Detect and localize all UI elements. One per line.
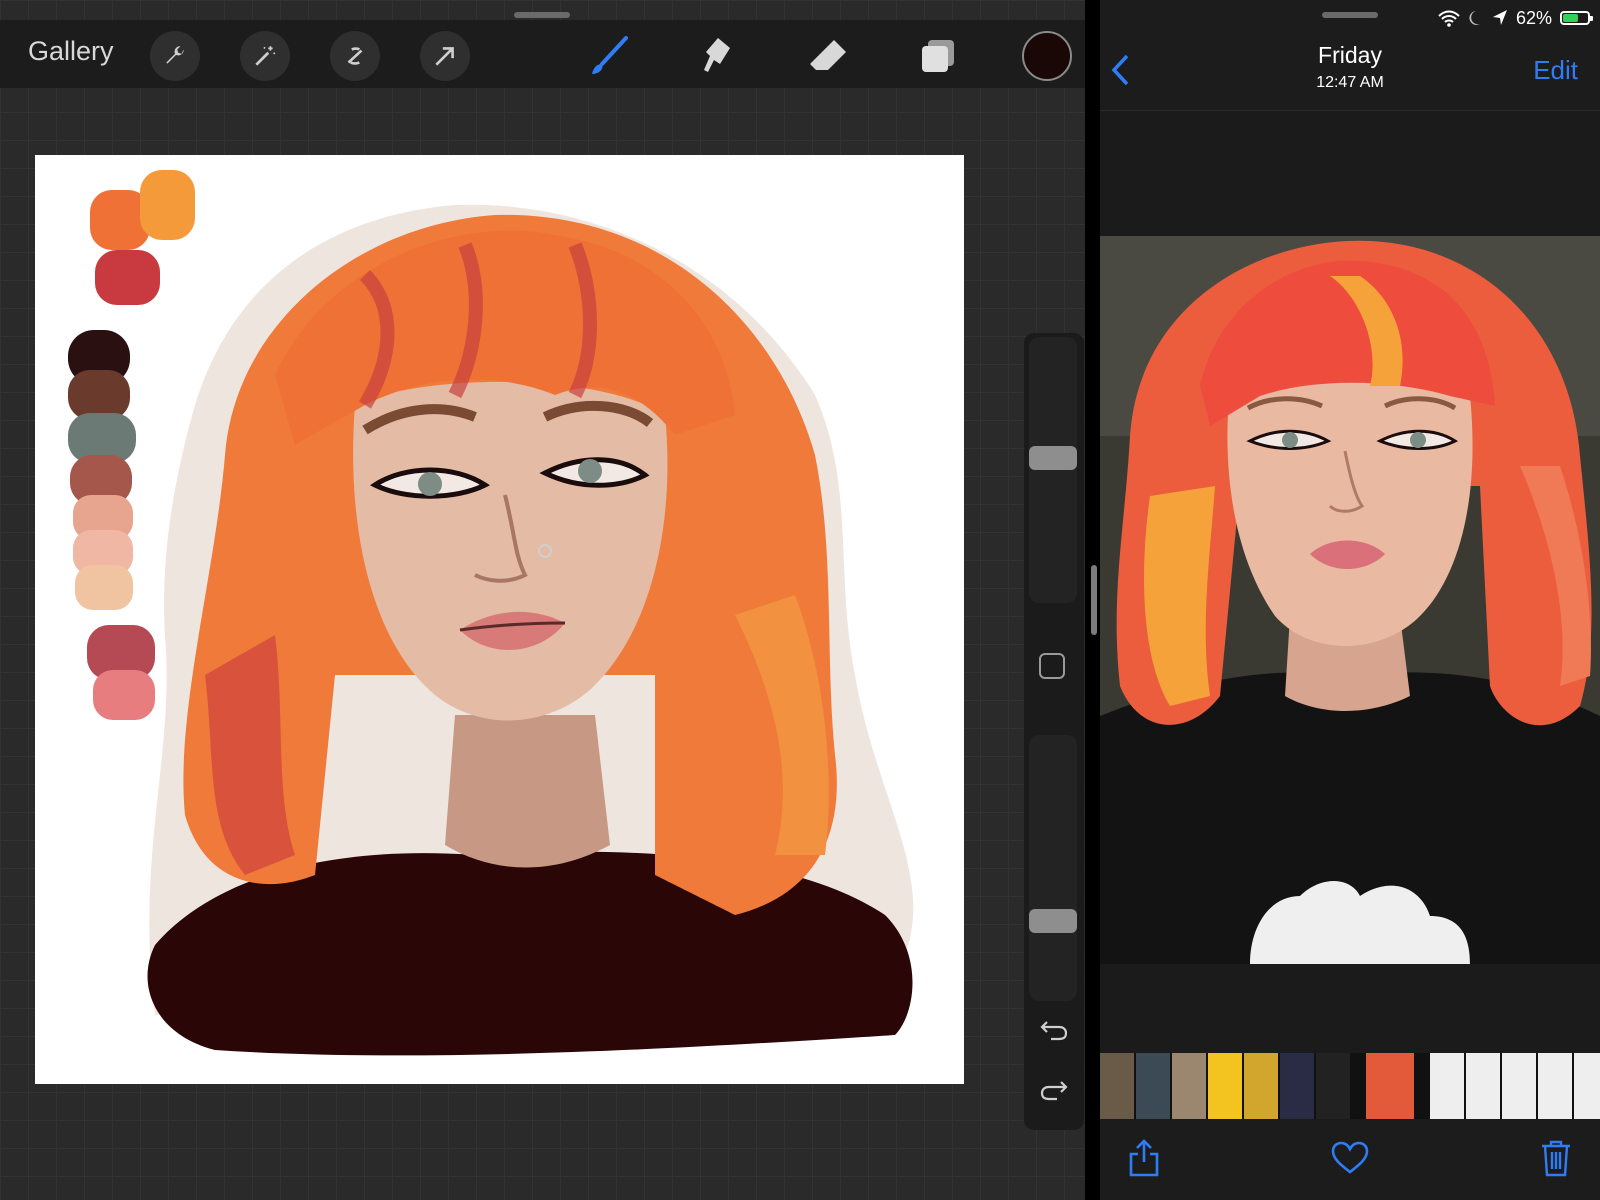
selection-button[interactable] bbox=[330, 31, 380, 81]
brush-sidebar bbox=[1024, 333, 1084, 1130]
magic-wand-icon bbox=[255, 46, 276, 66]
palette-swatch bbox=[68, 370, 130, 420]
multitask-grabber[interactable] bbox=[514, 12, 570, 18]
multitask-grabber[interactable] bbox=[1322, 12, 1378, 18]
thumbnail-strip[interactable] bbox=[1100, 1053, 1600, 1119]
photo-thumbnail[interactable] bbox=[1100, 1053, 1134, 1119]
split-view-divider-handle[interactable] bbox=[1091, 565, 1097, 635]
photo-thumbnail[interactable] bbox=[1316, 1053, 1350, 1119]
photo-thumbnail[interactable] bbox=[1208, 1053, 1242, 1119]
bottom-toolbar bbox=[1100, 1120, 1600, 1200]
photo-time-subtitle: 12:47 AM bbox=[1316, 74, 1384, 91]
undo-button[interactable] bbox=[1034, 1010, 1074, 1050]
location-arrow-icon bbox=[1492, 10, 1507, 25]
eraser-tool[interactable] bbox=[800, 28, 856, 84]
wifi-icon bbox=[1438, 10, 1460, 27]
brush-icon bbox=[592, 36, 628, 74]
battery-percentage: 62% bbox=[1515, 7, 1552, 28]
edit-button[interactable]: Edit bbox=[1533, 55, 1578, 86]
brush-size-thumb[interactable] bbox=[1029, 445, 1077, 470]
opacity-slider[interactable] bbox=[1029, 735, 1077, 1001]
photo-date-title: Friday bbox=[1318, 42, 1382, 68]
palette-swatch bbox=[140, 170, 195, 240]
photo-thumbnail[interactable] bbox=[1430, 1053, 1464, 1119]
redo-button[interactable] bbox=[1034, 1070, 1074, 1110]
share-button[interactable] bbox=[1122, 1136, 1166, 1180]
smudge-tool[interactable] bbox=[690, 28, 746, 84]
top-toolbar: Gallery bbox=[0, 20, 1085, 88]
transform-arrow-icon bbox=[435, 47, 454, 66]
drawing-canvas[interactable] bbox=[35, 155, 964, 1084]
brush-size-slider[interactable] bbox=[1029, 337, 1077, 603]
favorite-button[interactable] bbox=[1328, 1136, 1372, 1180]
photo-thumbnail[interactable] bbox=[1280, 1053, 1314, 1119]
actions-button[interactable] bbox=[150, 31, 200, 81]
palette-swatch bbox=[93, 670, 155, 720]
redo-icon bbox=[1040, 1081, 1068, 1101]
portrait-painting bbox=[68, 170, 914, 1056]
heart-icon bbox=[1331, 1141, 1369, 1174]
gallery-button[interactable]: Gallery bbox=[28, 36, 114, 67]
photo-thumbnail[interactable] bbox=[1366, 1053, 1414, 1119]
color-button[interactable] bbox=[1022, 31, 1072, 81]
delete-button[interactable] bbox=[1534, 1136, 1578, 1180]
battery-fill bbox=[1563, 14, 1578, 22]
opacity-thumb[interactable] bbox=[1029, 909, 1077, 934]
reference-photo bbox=[1100, 236, 1600, 964]
photo-thumbnail[interactable] bbox=[1538, 1053, 1572, 1119]
battery-icon bbox=[1560, 11, 1593, 25]
layers-icon bbox=[922, 40, 954, 72]
photo-thumbnail[interactable] bbox=[1172, 1053, 1206, 1119]
trash-icon bbox=[1542, 1140, 1570, 1177]
moon-icon bbox=[1469, 11, 1480, 25]
palette-swatch bbox=[75, 565, 133, 610]
photos-app: 62% Friday 12:47 AM Edit bbox=[1100, 0, 1600, 1200]
photo-viewer[interactable] bbox=[1100, 236, 1600, 964]
adjustments-button[interactable] bbox=[240, 31, 290, 81]
photo-thumbnail[interactable] bbox=[1574, 1053, 1600, 1119]
photo-thumbnail[interactable] bbox=[1466, 1053, 1500, 1119]
photo-thumbnail[interactable] bbox=[1244, 1053, 1278, 1119]
undo-icon bbox=[1040, 1021, 1068, 1041]
modify-button[interactable] bbox=[1039, 653, 1065, 679]
eraser-icon bbox=[810, 40, 846, 70]
status-bar: 62% bbox=[1438, 6, 1593, 30]
photo-thumbnail[interactable] bbox=[1136, 1053, 1170, 1119]
selection-icon bbox=[347, 47, 363, 65]
drawing-app: Gallery bbox=[0, 0, 1085, 1200]
brush-tool[interactable] bbox=[580, 28, 636, 84]
layers-button[interactable] bbox=[910, 28, 966, 84]
wrench-icon bbox=[166, 46, 184, 64]
smudge-icon bbox=[704, 38, 730, 72]
photo-thumbnail[interactable] bbox=[1502, 1053, 1536, 1119]
share-icon bbox=[1129, 1139, 1159, 1177]
transform-button[interactable] bbox=[420, 31, 470, 81]
palette-swatch bbox=[95, 250, 160, 305]
